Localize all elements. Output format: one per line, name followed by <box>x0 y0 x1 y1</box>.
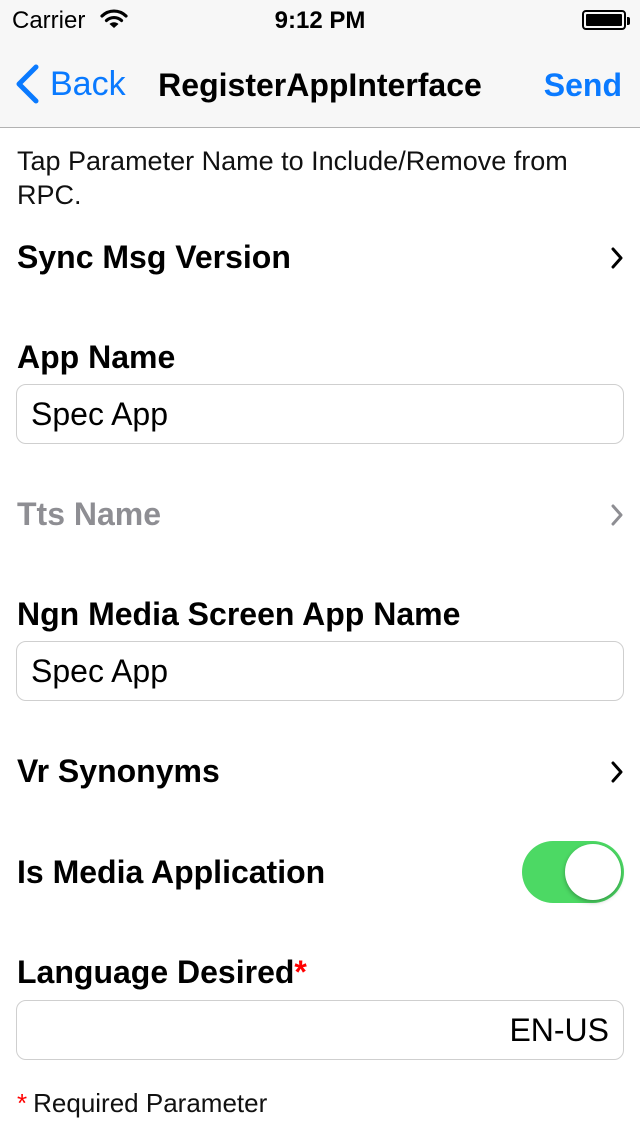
is-media-application-label[interactable]: Is Media Application <box>17 854 325 891</box>
instructions-text: Tap Parameter Name to Include/Remove fro… <box>17 146 568 210</box>
chevron-right-icon[interactable] <box>610 247 624 269</box>
tts-name-label[interactable]: Tts Name <box>17 496 161 533</box>
sync-msg-version-label[interactable]: Sync Msg Version <box>17 239 291 276</box>
is-media-application-toggle[interactable] <box>522 841 624 903</box>
vr-synonyms-label[interactable]: Vr Synonyms <box>17 753 220 790</box>
required-marker: * <box>294 954 307 990</box>
battery-icon <box>582 10 630 30</box>
app-name-label[interactable]: App Name <box>17 339 175 376</box>
language-desired-field[interactable]: EN-US <box>16 1000 624 1060</box>
language-desired-label-text: Language Desired <box>17 954 295 990</box>
toggle-knob <box>565 844 621 900</box>
send-button[interactable]: Send <box>544 67 622 104</box>
app-name-field[interactable]: Spec App <box>16 384 624 444</box>
language-desired-label[interactable]: Language Desired* <box>17 954 307 991</box>
status-time: 9:12 PM <box>274 7 366 34</box>
status-bar: Carrier 9:12 PM <box>0 0 640 40</box>
ngn-media-screen-app-name-field[interactable]: Spec App <box>16 641 624 701</box>
required-footnote: * Required Parameter <box>17 1088 267 1119</box>
footnote-text: Required Parameter <box>33 1088 268 1118</box>
footnote-required-marker: * <box>17 1088 28 1118</box>
ngn-media-screen-app-name-label[interactable]: Ngn Media Screen App Name <box>17 596 460 633</box>
chevron-right-icon[interactable] <box>610 504 624 526</box>
chevron-right-icon[interactable] <box>610 761 624 783</box>
navigation-bar: Back RegisterAppInterface Send <box>0 40 640 128</box>
